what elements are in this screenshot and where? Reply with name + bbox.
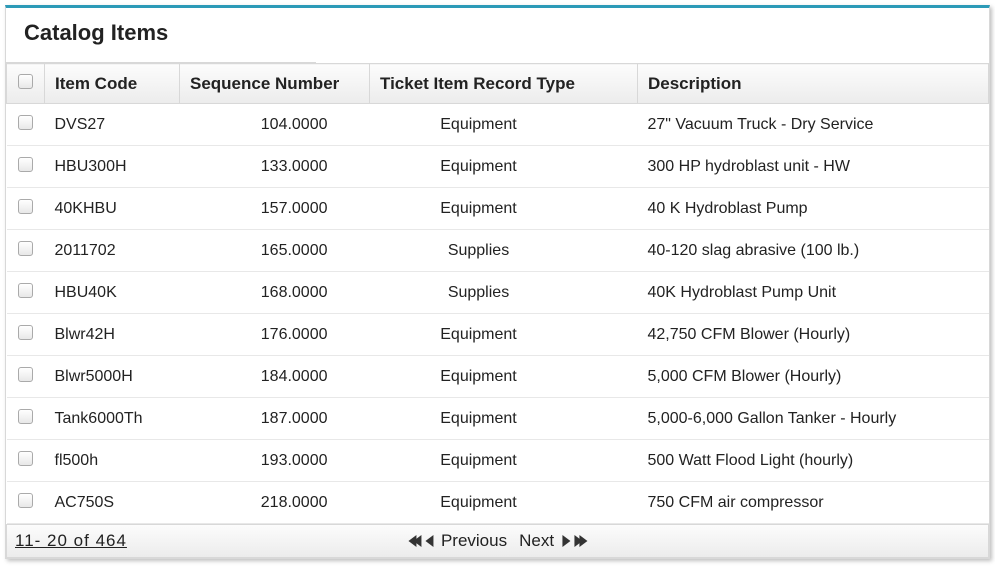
- cell-record-type: Supplies: [370, 272, 638, 314]
- cell-record-type: Equipment: [370, 356, 638, 398]
- row-checkbox[interactable]: [18, 325, 33, 340]
- row-checkbox-cell: [7, 104, 45, 146]
- row-checkbox-cell: [7, 440, 45, 482]
- cell-item-code: 2011702: [45, 230, 180, 272]
- column-header-description[interactable]: Description: [638, 64, 989, 104]
- cell-item-code: DVS27: [45, 104, 180, 146]
- table-row[interactable]: Blwr42H176.0000Equipment42,750 CFM Blowe…: [7, 314, 989, 356]
- row-checkbox-cell: [7, 482, 45, 524]
- cell-item-code: 40KHBU: [45, 188, 180, 230]
- row-checkbox-cell: [7, 188, 45, 230]
- cell-description: 42,750 CFM Blower (Hourly): [638, 314, 989, 356]
- table-row[interactable]: Tank6000Th187.0000Equipment5,000-6,000 G…: [7, 398, 989, 440]
- cell-description: 40 K Hydroblast Pump: [638, 188, 989, 230]
- table-row[interactable]: DVS27104.0000Equipment27" Vacuum Truck -…: [7, 104, 989, 146]
- pagination-footer: 11- 20 of 464 Previous Next: [6, 524, 989, 558]
- row-checkbox[interactable]: [18, 115, 33, 130]
- row-checkbox-cell: [7, 314, 45, 356]
- table-row[interactable]: AC750S218.0000Equipment750 CFM air compr…: [7, 482, 989, 524]
- catalog-panel: Catalog Items Item Code Sequence Number …: [5, 5, 990, 559]
- cell-item-code: HBU300H: [45, 146, 180, 188]
- cell-sequence: 157.0000: [180, 188, 370, 230]
- row-checkbox-cell: [7, 146, 45, 188]
- table-header-row: Item Code Sequence Number Ticket Item Re…: [7, 64, 989, 104]
- table-row[interactable]: Blwr5000H184.0000Equipment5,000 CFM Blow…: [7, 356, 989, 398]
- table-row[interactable]: HBU40K168.0000Supplies40K Hydroblast Pum…: [7, 272, 989, 314]
- cell-item-code: Blwr42H: [45, 314, 180, 356]
- row-checkbox[interactable]: [18, 409, 33, 424]
- cell-record-type: Equipment: [370, 104, 638, 146]
- cell-sequence: 218.0000: [180, 482, 370, 524]
- cell-record-type: Equipment: [370, 146, 638, 188]
- cell-sequence: 165.0000: [180, 230, 370, 272]
- table-row[interactable]: 40KHBU157.0000Equipment40 K Hydroblast P…: [7, 188, 989, 230]
- cell-sequence: 187.0000: [180, 398, 370, 440]
- row-checkbox[interactable]: [18, 367, 33, 382]
- cell-description: 5,000-6,000 Gallon Tanker - Hourly: [638, 398, 989, 440]
- row-checkbox[interactable]: [18, 283, 33, 298]
- cell-description: 500 Watt Flood Light (hourly): [638, 440, 989, 482]
- row-checkbox[interactable]: [18, 493, 33, 508]
- cell-sequence: 184.0000: [180, 356, 370, 398]
- row-checkbox-cell: [7, 356, 45, 398]
- select-all-header: [7, 64, 45, 104]
- panel-title: Catalog Items: [6, 8, 316, 63]
- row-checkbox[interactable]: [18, 199, 33, 214]
- cell-item-code: fl500h: [45, 440, 180, 482]
- cell-description: 40K Hydroblast Pump Unit: [638, 272, 989, 314]
- cell-description: 750 CFM air compressor: [638, 482, 989, 524]
- previous-page-icon[interactable]: [425, 535, 433, 547]
- table-row[interactable]: 2011702165.0000Supplies40-120 slag abras…: [7, 230, 989, 272]
- row-checkbox[interactable]: [18, 451, 33, 466]
- last-page-icon[interactable]: [574, 535, 587, 547]
- cell-item-code: Blwr5000H: [45, 356, 180, 398]
- cell-record-type: Equipment: [370, 482, 638, 524]
- cell-record-type: Supplies: [370, 230, 638, 272]
- cell-sequence: 193.0000: [180, 440, 370, 482]
- cell-description: 300 HP hydroblast unit - HW: [638, 146, 989, 188]
- cell-description: 5,000 CFM Blower (Hourly): [638, 356, 989, 398]
- table-row[interactable]: HBU300H133.0000Equipment300 HP hydroblas…: [7, 146, 989, 188]
- row-checkbox[interactable]: [18, 157, 33, 172]
- next-page-icon[interactable]: [562, 535, 570, 547]
- row-checkbox-cell: [7, 272, 45, 314]
- table-row[interactable]: fl500h193.0000Equipment500 Watt Flood Li…: [7, 440, 989, 482]
- catalog-table: Item Code Sequence Number Ticket Item Re…: [6, 63, 989, 524]
- cell-description: 27" Vacuum Truck - Dry Service: [638, 104, 989, 146]
- next-button[interactable]: Next: [515, 531, 558, 551]
- row-checkbox[interactable]: [18, 241, 33, 256]
- first-page-icon[interactable]: [408, 535, 421, 547]
- cell-record-type: Equipment: [370, 314, 638, 356]
- cell-item-code: Tank6000Th: [45, 398, 180, 440]
- cell-item-code: HBU40K: [45, 272, 180, 314]
- column-header-record-type[interactable]: Ticket Item Record Type: [370, 64, 638, 104]
- cell-sequence: 133.0000: [180, 146, 370, 188]
- column-header-sequence[interactable]: Sequence Number: [180, 64, 370, 104]
- pagination-range: 11- 20 of 464: [7, 531, 127, 551]
- cell-record-type: Equipment: [370, 188, 638, 230]
- cell-description: 40-120 slag abrasive (100 lb.): [638, 230, 989, 272]
- row-checkbox-cell: [7, 398, 45, 440]
- cell-sequence: 176.0000: [180, 314, 370, 356]
- row-checkbox-cell: [7, 230, 45, 272]
- cell-sequence: 168.0000: [180, 272, 370, 314]
- cell-item-code: AC750S: [45, 482, 180, 524]
- cell-record-type: Equipment: [370, 440, 638, 482]
- select-all-checkbox[interactable]: [18, 74, 33, 89]
- pagination-nav: Previous Next: [408, 531, 587, 551]
- cell-sequence: 104.0000: [180, 104, 370, 146]
- cell-record-type: Equipment: [370, 398, 638, 440]
- column-header-item-code[interactable]: Item Code: [45, 64, 180, 104]
- previous-button[interactable]: Previous: [437, 531, 511, 551]
